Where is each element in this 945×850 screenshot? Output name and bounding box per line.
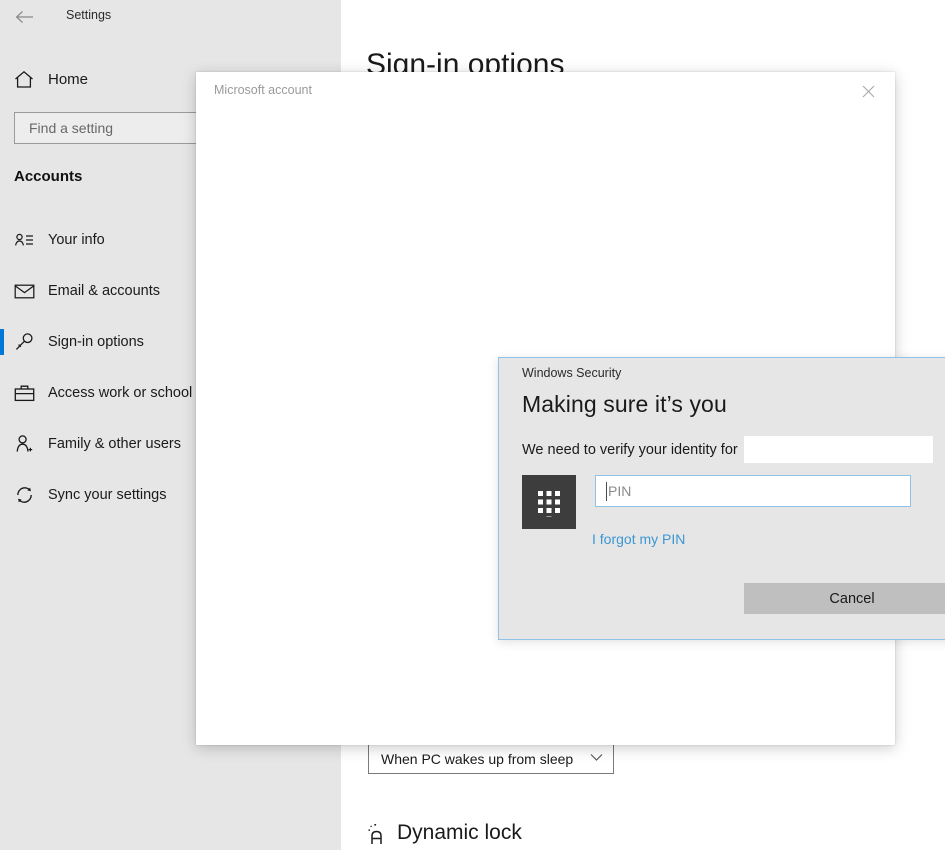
selection-accent-bar [0,278,4,304]
pin-keypad-icon [522,475,576,529]
dynamic-lock-label: Dynamic lock [397,821,522,844]
sidebar-item-sync-your-settings-label: Sync your settings [48,487,167,503]
contact-card-icon [0,232,48,248]
settings-titlebar: Settings [0,0,341,34]
require-signin-dropdown-value: When PC wakes up from sleep [381,750,574,767]
sidebar-item-email-accounts-label: Email & accounts [48,283,161,299]
pin-input[interactable] [596,482,910,500]
redacted-account-name [743,436,933,463]
windows-security-dialog: Windows Security Making sure it’s you We… [498,357,945,640]
verify-identity-text: We need to verify your identity for [522,441,738,458]
settings-window-title: Settings [66,8,112,22]
cancel-button[interactable]: Cancel [744,583,945,614]
selection-accent-bar [0,329,4,355]
require-signin-dropdown[interactable]: When PC wakes up from sleep [368,743,614,774]
pin-entry-row [522,475,911,529]
close-icon[interactable] [849,78,887,104]
windows-security-title: Windows Security [522,366,622,380]
sidebar-item-family-other-users-label: Family & other users [48,436,181,452]
dynamic-lock-section: Dynamic lock [366,820,522,846]
key-icon [0,332,48,352]
sidebar-item-home-label: Home [48,70,89,88]
envelope-icon [0,283,48,299]
briefcase-icon [0,384,48,402]
windows-security-heading: Making sure it’s you [522,391,727,417]
windows-security-titlebar: Windows Security [499,358,945,388]
chevron-down-icon [590,753,603,765]
sidebar-section-heading: Accounts [14,168,83,185]
back-arrow-icon[interactable] [10,4,40,30]
dynamic-lock-icon [366,820,392,846]
sidebar-item-access-work-or-school-label: Access work or school [48,385,193,401]
selection-accent-bar [0,227,4,253]
selection-accent-bar [0,431,4,457]
verify-identity-row: We need to verify your identity for [522,436,933,463]
sidebar-item-your-info-label: Your info [48,232,105,248]
microsoft-account-window-title: Microsoft account [214,83,312,97]
person-add-icon [0,434,48,454]
pin-input-wrapper[interactable] [595,475,911,507]
selection-accent-bar [0,482,4,508]
sync-icon [0,485,48,505]
sidebar-item-sign-in-options-label: Sign-in options [48,334,144,350]
text-caret [606,482,607,501]
microsoft-account-window: Microsoft account Windows Security Makin… [196,72,945,745]
selection-accent-bar [0,380,4,406]
home-icon [0,70,48,89]
forgot-pin-link[interactable]: I forgot my PIN [592,531,685,547]
